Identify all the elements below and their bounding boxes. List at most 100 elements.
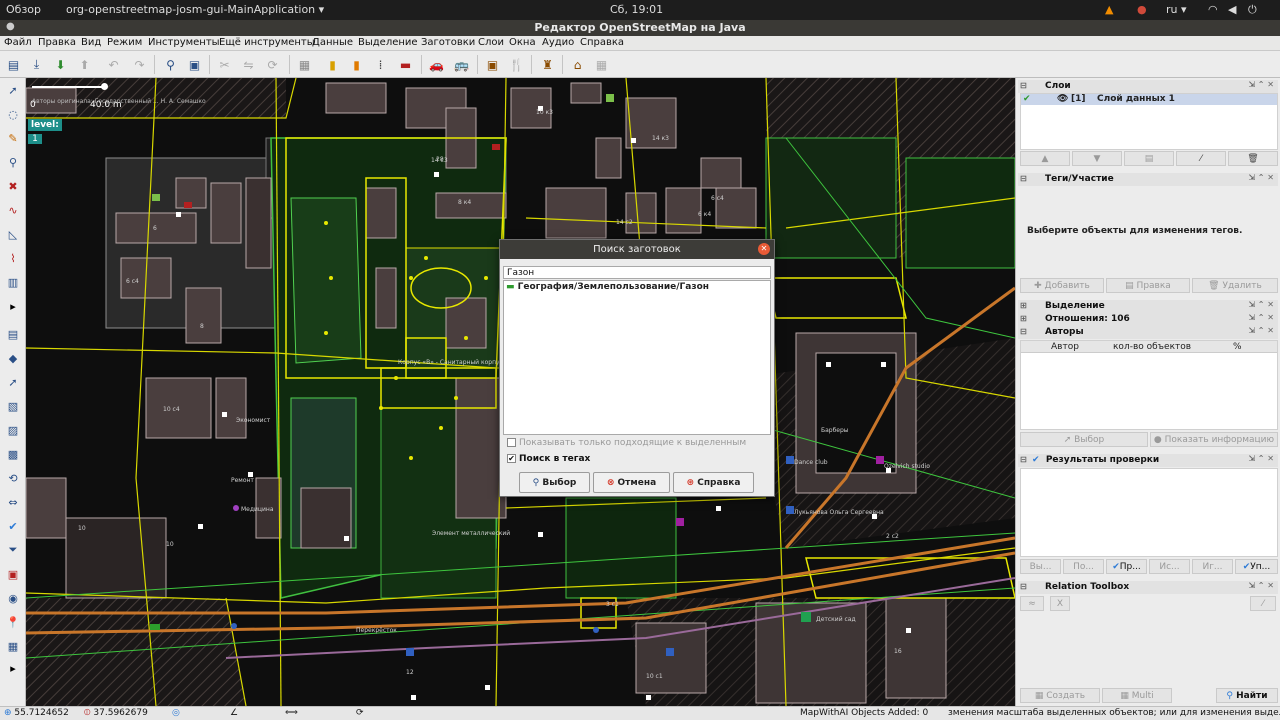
menu-edit[interactable]: Правка [38, 37, 76, 48]
cancel-button[interactable]: ⊗ Отмена [593, 472, 670, 493]
zoom-data-icon[interactable]: ▣ [184, 54, 205, 75]
close-icon[interactable]: ✕ [758, 243, 770, 255]
collapse-icon[interactable]: ⊟ [1020, 455, 1027, 464]
selection-header[interactable]: ⊞ Выделение ⇲ ⌃ ✕ [1018, 300, 1278, 313]
menu-selection[interactable]: Выделение [358, 37, 418, 48]
collapse-icon[interactable]: ⊟ [1020, 174, 1027, 183]
upload-icon[interactable]: ⬆ [74, 54, 95, 75]
expand-icon[interactable]: ⊞ [1020, 301, 1027, 310]
reltoolbox-clear-button[interactable]: X [1050, 596, 1070, 611]
menu-data[interactable]: Данные [312, 37, 353, 48]
reltoolbox-multi-button[interactable]: ▦ Multi [1102, 688, 1172, 703]
food-preset-icon[interactable]: 🍴 [506, 54, 527, 75]
undo-icon[interactable]: ↶ [103, 54, 124, 75]
search-tags-checkbox[interactable]: ✔ Поиск в тегах [507, 454, 590, 464]
redo-icon[interactable]: ↷ [129, 54, 150, 75]
tourism-preset-icon[interactable]: ▣ [482, 54, 503, 75]
relations-header[interactable]: ⊞ Отношения: 106 ⇲ ⌃ ✕ [1018, 313, 1278, 326]
preferences-icon[interactable]: ⚲ [160, 54, 181, 75]
road-preset-icon[interactable]: ▮ [346, 54, 367, 75]
select-mode-icon[interactable]: ➚ [3, 80, 23, 100]
castle-preset-icon[interactable]: ♜ [537, 54, 558, 75]
validation-btn-3[interactable]: ✔ Пр... [1106, 559, 1147, 574]
volume-icon[interactable]: ◀ [1228, 3, 1236, 16]
reltoolbox-edit-button[interactable]: ⁄ [1250, 596, 1276, 611]
panel-controls-icon[interactable]: ⇲ ⌃ ✕ [1248, 326, 1274, 335]
highway-preset-icon[interactable]: ▮ [322, 54, 343, 75]
more-modes-icon[interactable]: ▸ [3, 296, 23, 316]
layers-header[interactable]: ⊟ Слои ⇲ ⌃ ✕ [1018, 80, 1278, 93]
tag-add-button[interactable]: ✚ Добавить [1020, 278, 1104, 293]
layer-merge-button[interactable]: ▤ [1124, 151, 1174, 166]
col-count[interactable]: кол-во объектов [1113, 342, 1191, 352]
industrial-preset-icon[interactable]: ⌂ [567, 54, 588, 75]
lasso-mode-icon[interactable]: ◌ [3, 104, 23, 124]
expand-icon[interactable]: ⊞ [1020, 314, 1027, 323]
building-tool-icon[interactable]: ▥ [3, 272, 23, 292]
layer-delete-button[interactable]: 🗑 [1228, 151, 1278, 166]
toggle-selection-icon[interactable]: ➚ [3, 372, 23, 392]
reverse-way-icon[interactable]: ⟳ [262, 54, 283, 75]
more-dialogs-icon[interactable]: ▸ [3, 658, 23, 678]
bus-preset-icon[interactable]: 🚌 [451, 54, 472, 75]
select-button[interactable]: ⚲ Выбор [519, 472, 590, 493]
validation-btn-4[interactable]: Ис... [1149, 559, 1190, 574]
collapse-icon[interactable]: ⊟ [1020, 81, 1027, 90]
toggle-dialog-layers-icon[interactable]: ▤ [3, 324, 23, 344]
menu-presets[interactable]: Заготовки [421, 37, 475, 48]
col-author[interactable]: Автор [1051, 342, 1079, 352]
toggle-relation-toolbox-icon[interactable]: ▣ [3, 564, 23, 584]
validation-btn-2[interactable]: По... [1063, 559, 1104, 574]
tags-header[interactable]: ⊟ Теги/Участие ⇲ ⌃ ✕ [1018, 173, 1278, 186]
menu-mode[interactable]: Режим [107, 37, 142, 48]
toggle-history-icon[interactable]: ⟲ [3, 468, 23, 488]
delete-mode-icon[interactable]: ✖ [3, 176, 23, 196]
menu-audio[interactable]: Аудио [542, 37, 574, 48]
toggle-tags-icon[interactable]: ◆ [3, 348, 23, 368]
toggle-minimap-icon[interactable]: ◉ [3, 588, 23, 608]
preset-search-input[interactable] [503, 266, 771, 279]
dialog-title[interactable]: Поиск заготовок [500, 240, 774, 259]
authors-info-button[interactable]: ● Показать информацию [1150, 432, 1278, 447]
parallel-mode-icon[interactable]: ∿ [3, 200, 23, 220]
menu-windows[interactable]: Окна [509, 37, 536, 48]
authors-select-button[interactable]: ➚ Выбор [1020, 432, 1148, 447]
toggle-authors-icon[interactable]: ▨ [3, 420, 23, 440]
power-icon[interactable]: ⏻ [1248, 3, 1257, 17]
toggle-imagery-icon[interactable]: ▦ [3, 636, 23, 656]
panel-controls-icon[interactable]: ⇲ ⌃ ✕ [1248, 173, 1274, 182]
help-button[interactable]: ⊛ Справка [673, 472, 754, 493]
reltoolbox-header[interactable]: ⊟ Relation Toolbox ⇲ ⌃ ✕ [1018, 581, 1278, 594]
tag-edit-button[interactable]: ▤ Правка [1106, 278, 1190, 293]
validation-header[interactable]: ⊟ ✔ Результаты проверки ⇲ ⌃ ✕ [1018, 454, 1278, 467]
lane-tool-icon[interactable]: ▦ [294, 54, 315, 75]
draw-mode-icon[interactable]: ✎ [3, 128, 23, 148]
railway-preset-icon[interactable]: ▬ [395, 54, 416, 75]
validation-btn-6[interactable]: ✔ Уп... [1235, 559, 1278, 574]
chrome-icon[interactable]: ● [1137, 3, 1147, 16]
authors-header[interactable]: ⊟ Авторы ⇲ ⌃ ✕ [1018, 326, 1278, 339]
panel-controls-icon[interactable]: ⇲ ⌃ ✕ [1248, 80, 1274, 89]
extra-preset-icon[interactable]: ▦ [591, 54, 612, 75]
toggle-relations-icon[interactable]: ▧ [3, 396, 23, 416]
menu-view[interactable]: Вид [81, 37, 101, 48]
menu-help[interactable]: Справка [580, 37, 624, 48]
scale-handle[interactable] [101, 83, 108, 90]
only-matching-checkbox[interactable]: Показывать только подходящие к выделенны… [507, 438, 746, 448]
reltoolbox-create-button[interactable]: ▦ Создать [1020, 688, 1100, 703]
improve-way-icon[interactable]: ⌇ [3, 248, 23, 268]
reltoolbox-find-button[interactable]: ⚲ Найти [1216, 688, 1278, 703]
layer-visible-icon[interactable]: 👁 [1057, 94, 1068, 104]
toggle-conflicts-icon[interactable]: ⇔ [3, 492, 23, 512]
traffic-signal-icon[interactable]: ⁞ [370, 54, 391, 75]
toggle-filter-icon[interactable]: ▩ [3, 444, 23, 464]
car-preset-icon[interactable]: 🚗 [426, 54, 447, 75]
tag-delete-button[interactable]: 🗑 Удалить [1192, 278, 1278, 293]
open-location-icon[interactable]: ⤓ [26, 54, 47, 75]
panel-controls-icon[interactable]: ⇲ ⌃ ✕ [1248, 454, 1274, 463]
layer-up-button[interactable]: ▲ [1020, 151, 1070, 166]
zoom-mode-icon[interactable]: ⚲ [3, 152, 23, 172]
menu-more-tools[interactable]: Ещё инструменты [219, 37, 315, 48]
split-way-icon[interactable]: ✂ [214, 54, 235, 75]
validation-btn-5[interactable]: Иг... [1192, 559, 1233, 574]
